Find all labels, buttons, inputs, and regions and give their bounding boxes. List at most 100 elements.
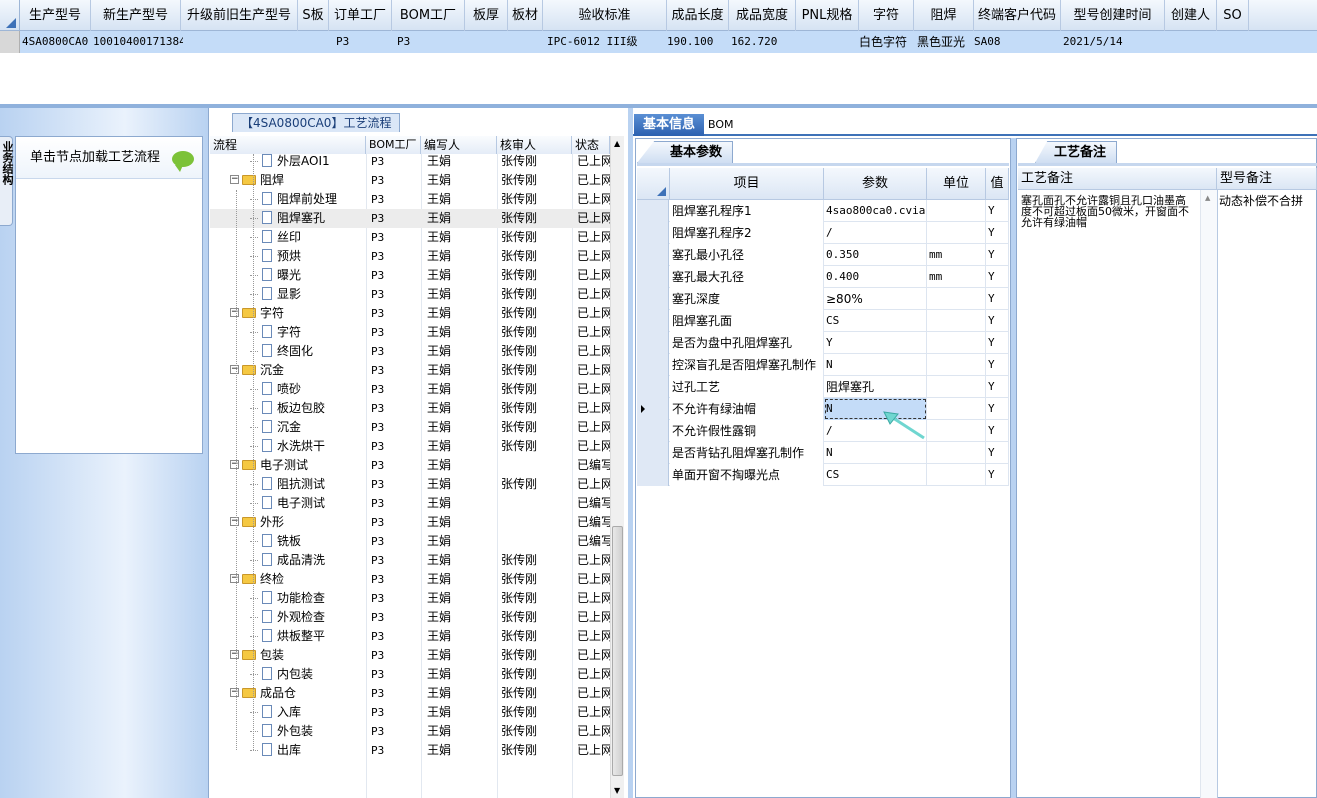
tree-row[interactable]: 水洗烘干 P3 王娟 张传刚 已上网: [210, 437, 611, 456]
param-row-header[interactable]: [637, 354, 669, 376]
params-corner[interactable]: [637, 168, 670, 200]
tree-row[interactable]: 沉金 P3 王娟 张传刚 已上网: [210, 418, 611, 437]
param-row[interactable]: 塞孔最大孔径 0.400 mm Y: [637, 266, 1009, 288]
vertical-tab-business-structure[interactable]: 业务结构: [0, 136, 14, 226]
col-header[interactable]: SO: [1217, 0, 1249, 31]
param-row[interactable]: 阻焊塞孔面 CS Y: [637, 310, 1009, 332]
tree-node[interactable]: 板边包胶: [250, 399, 366, 418]
param-row-header[interactable]: [637, 442, 669, 464]
param-row[interactable]: 是否为盘中孔阻焊塞孔 Y Y: [637, 332, 1009, 354]
grid-cell[interactable]: P3: [336, 31, 399, 53]
collapse-icon[interactable]: −: [230, 365, 239, 374]
tree-node[interactable]: 曝光: [250, 266, 366, 285]
notes-col-model[interactable]: 型号备注: [1217, 168, 1317, 190]
tree-row[interactable]: 阻抗测试 P3 王娟 张传刚 已上网: [210, 475, 611, 494]
scroll-thumb[interactable]: [612, 526, 623, 776]
tree-row[interactable]: − 电子测试 P3 王娟 已编写: [210, 456, 611, 475]
col-header[interactable]: 字符: [859, 0, 914, 31]
tree-node[interactable]: − 终检: [230, 570, 366, 589]
tree-node[interactable]: − 沉金: [230, 361, 366, 380]
tree-node[interactable]: − 阻焊: [230, 171, 366, 190]
grid-corner[interactable]: [0, 0, 20, 31]
param-row[interactable]: 不允许假性露铜 / Y: [637, 420, 1009, 442]
param-cell-value[interactable]: N: [824, 442, 927, 464]
tree-row[interactable]: 外层AOI1 P3 王娟 张传刚 已上网: [210, 152, 611, 171]
collapse-icon[interactable]: −: [230, 688, 239, 697]
col-header[interactable]: 升级前旧生产型号: [181, 0, 298, 31]
collapse-icon[interactable]: −: [230, 517, 239, 526]
tree-row[interactable]: 出库 P3 王娟 张传刚 已上网: [210, 741, 611, 760]
col-header[interactable]: S板: [298, 0, 329, 31]
param-cell-value[interactable]: 4sao800ca0.cvia: [824, 200, 927, 222]
param-row-header[interactable]: [637, 200, 669, 222]
process-note-text[interactable]: 塞孔面孔不允许露铜且孔口油墨高度不可超过板面50微米，开窗面不允许有绿油帽: [1021, 195, 1196, 228]
tree-node[interactable]: 终固化: [250, 342, 366, 361]
tree-node[interactable]: − 成品仓: [230, 684, 366, 703]
col-header[interactable]: 终端客户代码: [974, 0, 1061, 31]
tree-row[interactable]: 电子测试 P3 王娟 已编写: [210, 494, 611, 513]
col-header[interactable]: 阻焊: [914, 0, 974, 31]
param-cell-value[interactable]: 0.400: [824, 266, 927, 288]
param-col-header[interactable]: 参数: [824, 168, 927, 200]
tree-node[interactable]: − 电子测试: [230, 456, 366, 475]
tab-bom[interactable]: BOM: [708, 114, 738, 136]
col-header[interactable]: 板厚: [465, 0, 508, 31]
grid-cell[interactable]: [508, 31, 543, 53]
tree-node[interactable]: 烘板整平: [250, 627, 366, 646]
col-header[interactable]: 板材: [508, 0, 543, 31]
col-header[interactable]: 验收标准: [543, 0, 667, 31]
scroll-up-icon[interactable]: ▲: [614, 139, 620, 148]
tree-node[interactable]: 电子测试: [250, 494, 366, 513]
tree-row[interactable]: 功能检查 P3 王娟 张传刚 已上网: [210, 589, 611, 608]
tree-row[interactable]: 外观检查 P3 王娟 张传刚 已上网: [210, 608, 611, 627]
tree-node[interactable]: 阻焊塞孔: [250, 209, 366, 228]
collapse-icon[interactable]: −: [230, 460, 239, 469]
tree-row[interactable]: 内包装 P3 王娟 张传刚 已上网: [210, 665, 611, 684]
tree-row[interactable]: 预烘 P3 王娟 张传刚 已上网: [210, 247, 611, 266]
col-header[interactable]: BOM工厂: [392, 0, 465, 31]
param-row[interactable]: 是否背钻孔阻焊塞孔制作 N Y: [637, 442, 1009, 464]
param-row[interactable]: 控深盲孔是否阻焊塞孔制作 N Y: [637, 354, 1009, 376]
tree-node[interactable]: − 外形: [230, 513, 366, 532]
tree-node[interactable]: 喷砂: [250, 380, 366, 399]
col-header[interactable]: 创建人: [1165, 0, 1217, 31]
tree-node[interactable]: 外层AOI1: [250, 152, 366, 171]
notes-scrollbar[interactable]: ▲: [1200, 190, 1217, 798]
tree-node[interactable]: 阻抗测试: [250, 475, 366, 494]
grid-cell[interactable]: [298, 31, 329, 53]
tree-node[interactable]: 功能检查: [250, 589, 366, 608]
tree-row[interactable]: 字符 P3 王娟 张传刚 已上网: [210, 323, 611, 342]
tree-row[interactable]: − 沉金 P3 王娟 张传刚 已上网: [210, 361, 611, 380]
chat-bubble-icon[interactable]: [172, 151, 194, 172]
grid-cell[interactable]: 黑色亚光: [917, 31, 977, 53]
param-row[interactable]: 阻焊塞孔程序1 4sao800ca0.cvia Y: [637, 200, 1009, 222]
param-row[interactable]: 单面开窗不掏曝光点 CS Y: [637, 464, 1009, 486]
param-cell-value[interactable]: N: [824, 354, 927, 376]
param-cell-value[interactable]: CS: [824, 310, 927, 332]
param-row[interactable]: 塞孔最小孔径 0.350 mm Y: [637, 244, 1009, 266]
param-cell-value[interactable]: CS: [824, 464, 927, 486]
param-row-header[interactable]: [637, 222, 669, 244]
param-row[interactable]: 塞孔深度 ≥80% Y: [637, 288, 1009, 310]
param-row-header[interactable]: [637, 310, 669, 332]
col-header[interactable]: 型号创建时间: [1061, 0, 1165, 31]
grid-cell[interactable]: 162.720: [731, 31, 798, 53]
col-header[interactable]: 新生产型号: [91, 0, 181, 31]
param-row-header[interactable]: [637, 464, 669, 486]
param-col-header[interactable]: 值: [986, 168, 1009, 200]
tree-node[interactable]: 水洗烘干: [250, 437, 366, 456]
param-row-header[interactable]: [637, 288, 669, 310]
tree-row[interactable]: 显影 P3 王娟 张传刚 已上网: [210, 285, 611, 304]
vertical-splitter[interactable]: [628, 108, 633, 798]
param-cell-value[interactable]: Y: [824, 332, 927, 354]
grid-cell[interactable]: [1165, 31, 1217, 53]
tree-row[interactable]: − 成品仓 P3 王娟 张传刚 已上网: [210, 684, 611, 703]
tab-process-notes[interactable]: 工艺备注: [1035, 141, 1117, 163]
param-row-header[interactable]: [637, 398, 669, 420]
tree-row[interactable]: 外包装 P3 王娟 张传刚 已上网: [210, 722, 611, 741]
tree-node[interactable]: − 字符: [230, 304, 366, 323]
tree-node[interactable]: 入库: [250, 703, 366, 722]
tree-row[interactable]: 铣板 P3 王娟 已编写: [210, 532, 611, 551]
collapse-icon[interactable]: −: [230, 175, 239, 184]
param-row-header[interactable]: [637, 266, 669, 288]
